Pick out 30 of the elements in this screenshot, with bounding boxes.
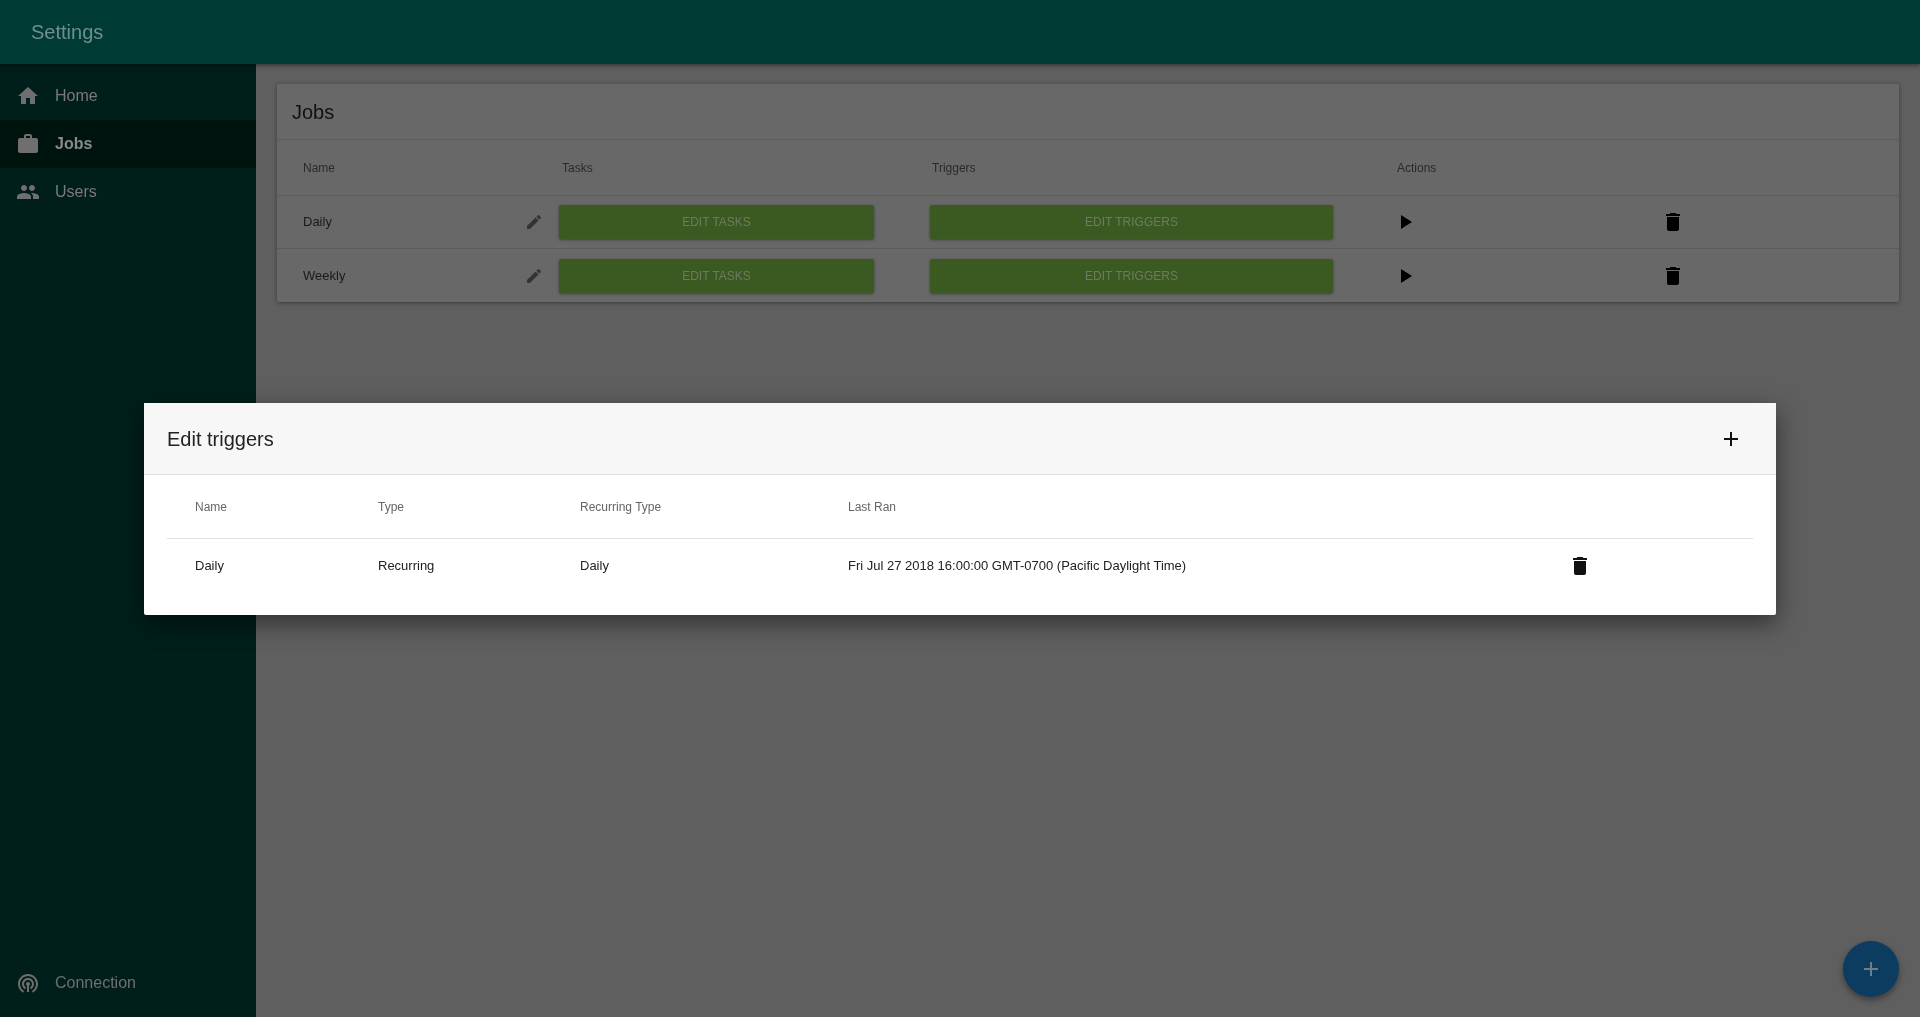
job-name: Daily xyxy=(302,213,333,232)
table-cell-text: Recurring xyxy=(378,557,436,576)
add-icon xyxy=(1864,962,1878,976)
sidebar-item[interactable]: Home xyxy=(0,72,256,120)
play-icon[interactable] xyxy=(1401,268,1412,283)
table-cell-text: Daily xyxy=(195,557,225,576)
sidebar-item[interactable]: Users xyxy=(0,168,256,216)
sidebar-item[interactable]: Connection xyxy=(0,959,256,1007)
sidebar-item[interactable]: Jobs xyxy=(0,120,256,168)
job-name: Weekly xyxy=(302,266,347,285)
briefcase-icon xyxy=(16,132,40,156)
delete-icon[interactable] xyxy=(1573,557,1587,575)
add-icon[interactable] xyxy=(1724,431,1738,446)
column-header: Name xyxy=(302,159,336,177)
table-cell-text: Fri Jul 27 2018 16:00:00 GMT-0700 (Pacific Daylight Time) xyxy=(848,557,1188,576)
dialog-title: Edit triggers xyxy=(167,426,274,452)
edit-icon[interactable] xyxy=(527,215,541,229)
column-header: Recurring Type xyxy=(580,498,663,516)
column-header: Last Ran xyxy=(848,498,898,516)
column-header: Tasks xyxy=(561,159,594,177)
app-title: Settings xyxy=(31,20,104,45)
column-header: Type xyxy=(378,498,405,516)
column-header: Name xyxy=(195,498,228,516)
column-header: Actions xyxy=(1397,159,1438,177)
edit-icon[interactable] xyxy=(527,268,541,283)
card-title: Jobs xyxy=(292,99,335,125)
play-icon[interactable] xyxy=(1401,215,1412,229)
column-header: Triggers xyxy=(931,159,977,177)
signal-icon xyxy=(16,971,40,995)
table-cell-text: Daily xyxy=(580,557,610,576)
